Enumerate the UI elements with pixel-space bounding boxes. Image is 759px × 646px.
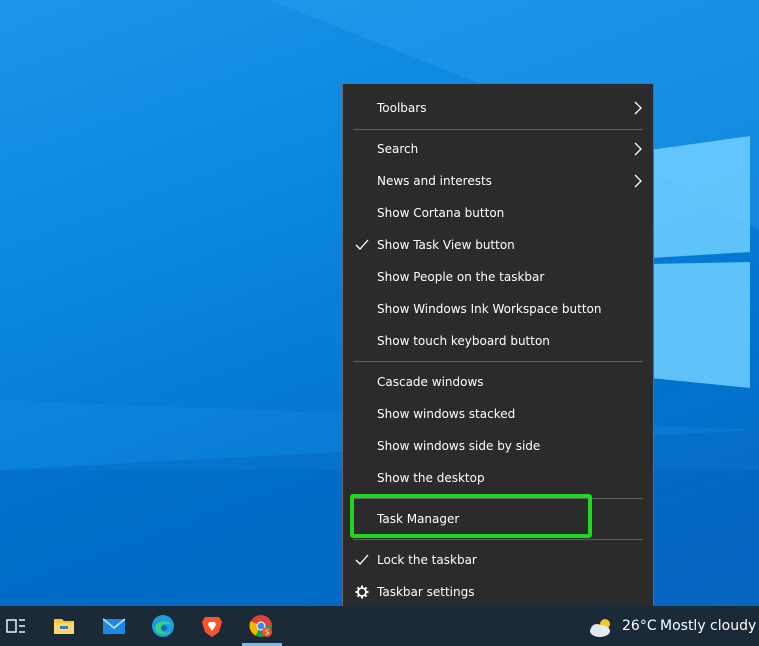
checkmark-icon — [355, 239, 369, 250]
menu-item-toolbars[interactable]: Toolbars — [343, 92, 653, 124]
brave-icon[interactable] — [200, 614, 224, 638]
menu-separator — [353, 129, 643, 130]
menu-item-show-the-desktop[interactable]: Show the desktop — [343, 462, 653, 494]
menu-item-taskbar-settings[interactable]: Taskbar settings — [343, 576, 653, 608]
weather-condition[interactable]: Mostly cloudy — [660, 606, 756, 646]
edge-icon[interactable] — [151, 614, 175, 638]
menu-item-show-windows-ink[interactable]: Show Windows Ink Workspace button — [343, 293, 653, 325]
menu-item-label: News and interests — [377, 174, 492, 188]
menu-item-label: Show touch keyboard button — [377, 334, 550, 348]
gear-icon — [355, 585, 369, 599]
menu-separator — [353, 361, 643, 362]
menu-item-label: Show the desktop — [377, 471, 485, 485]
weather-temperature[interactable]: 26°C — [622, 606, 657, 646]
menu-item-show-cortana-button[interactable]: Show Cortana button — [343, 197, 653, 229]
menu-item-label: Cascade windows — [377, 375, 484, 389]
chrome-profile-badge: S — [265, 629, 270, 637]
mail-icon[interactable] — [102, 614, 126, 638]
chevron-right-icon — [634, 142, 642, 156]
menu-item-show-task-view-button[interactable]: Show Task View button — [343, 229, 653, 261]
menu-item-label: Show Task View button — [377, 238, 515, 252]
menu-item-label: Show Windows Ink Workspace button — [377, 302, 602, 316]
menu-item-show-touch-keyboard[interactable]: Show touch keyboard button — [343, 325, 653, 357]
menu-item-label: Show windows side by side — [377, 439, 541, 453]
menu-item-news-and-interests[interactable]: News and interests — [343, 165, 653, 197]
menu-item-label: Lock the taskbar — [377, 553, 477, 567]
menu-item-lock-the-taskbar[interactable]: Lock the taskbar — [343, 544, 653, 576]
windows-logo-wallpaper — [650, 136, 750, 388]
task-manager-highlight-box — [350, 494, 592, 538]
file-explorer-icon[interactable] — [52, 614, 76, 638]
menu-item-cascade-windows[interactable]: Cascade windows — [343, 366, 653, 398]
menu-item-label: Show People on the taskbar — [377, 270, 545, 284]
chevron-right-icon — [634, 174, 642, 188]
menu-item-label: Toolbars — [377, 101, 427, 115]
menu-separator — [353, 539, 643, 540]
taskbar: S 26°C Mostly cloudy — [0, 606, 759, 646]
menu-item-search[interactable]: Search — [343, 133, 653, 165]
checkmark-icon — [355, 554, 369, 565]
menu-item-show-windows-stacked[interactable]: Show windows stacked — [343, 398, 653, 430]
chrome-icon[interactable]: S — [249, 614, 273, 638]
menu-item-label: Show windows stacked — [377, 407, 516, 421]
menu-item-label: Search — [377, 142, 419, 156]
menu-item-show-people[interactable]: Show People on the taskbar — [343, 261, 653, 293]
chevron-right-icon — [634, 101, 642, 115]
menu-item-label: Taskbar settings — [377, 585, 475, 599]
menu-item-show-windows-side-by-side[interactable]: Show windows side by side — [343, 430, 653, 462]
menu-item-label: Show Cortana button — [377, 206, 505, 220]
partly-cloudy-icon[interactable] — [588, 616, 616, 638]
task-view-icon[interactable] — [4, 614, 28, 638]
